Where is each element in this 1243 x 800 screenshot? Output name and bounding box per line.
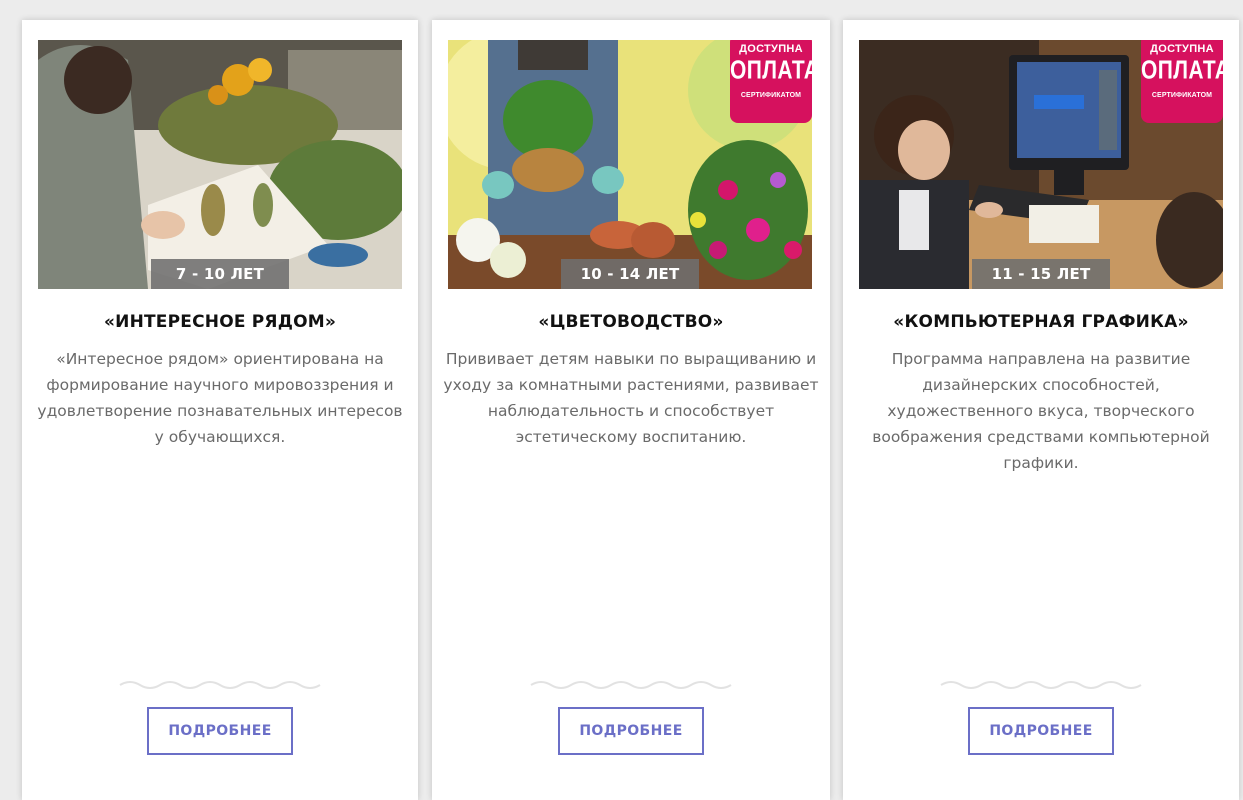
course-title: «КОМПЬЮТЕРНАЯ ГРАФИКА» <box>893 312 1189 332</box>
badge-line-2: ОПЛАТА <box>1141 56 1223 85</box>
wave-divider <box>530 681 732 689</box>
badge-line-1: ДОСТУПНА <box>739 43 803 55</box>
course-photo[interactable]: ДОСТУПНА ОПЛАТА СЕРТИФИКАТОМ 11 - 15 ЛЕТ <box>859 40 1223 289</box>
wave-divider <box>940 681 1142 689</box>
age-label: 11 - 15 ЛЕТ <box>972 259 1110 289</box>
badge-line-1: ДОСТУПНА <box>1150 43 1214 55</box>
course-description: Программа направлена на развитие дизайне… <box>872 350 1210 472</box>
wave-divider <box>119 681 321 689</box>
course-title: «ИНТЕРЕСНОЕ РЯДОМ» <box>103 312 337 332</box>
badge-line-3: СЕРТИФИКАТОМ <box>1151 92 1213 99</box>
badge-line-3: СЕРТИФИКАТОМ <box>740 92 802 99</box>
details-button[interactable]: ПОДРОБНЕЕ <box>147 707 293 755</box>
course-card: ДОСТУПНА ОПЛАТА СЕРТИФИКАТОМ 10 - 14 ЛЕТ… <box>432 20 830 800</box>
course-description: «Интересное рядом» ориентирована на форм… <box>37 350 403 446</box>
course-title: «ЦВЕТОВОДСТВО» <box>538 312 724 332</box>
certificate-payment-badge: ДОСТУПНА ОПЛАТА СЕРТИФИКАТОМ <box>730 40 812 123</box>
details-button[interactable]: ПОДРОБНЕЕ <box>558 707 704 755</box>
course-photo[interactable]: 7 - 10 ЛЕТ <box>38 40 402 289</box>
course-photo[interactable]: ДОСТУПНА ОПЛАТА СЕРТИФИКАТОМ 10 - 14 ЛЕТ <box>448 40 812 289</box>
age-label: 10 - 14 ЛЕТ <box>561 259 699 289</box>
details-button[interactable]: ПОДРОБНЕЕ <box>968 707 1114 755</box>
certificate-payment-badge: ДОСТУПНА ОПЛАТА СЕРТИФИКАТОМ <box>1141 40 1223 123</box>
course-card: 7 - 10 ЛЕТ «ИНТЕРЕСНОЕ РЯДОМ» «Интересно… <box>22 20 418 800</box>
badge-line-2: ОПЛАТА <box>730 56 812 85</box>
course-card: ДОСТУПНА ОПЛАТА СЕРТИФИКАТОМ 11 - 15 ЛЕТ… <box>843 20 1239 800</box>
course-description: Прививает детям навыки по выращиванию и … <box>443 350 819 446</box>
age-label: 7 - 10 ЛЕТ <box>151 259 289 289</box>
herbarium-photo-image <box>38 40 402 289</box>
